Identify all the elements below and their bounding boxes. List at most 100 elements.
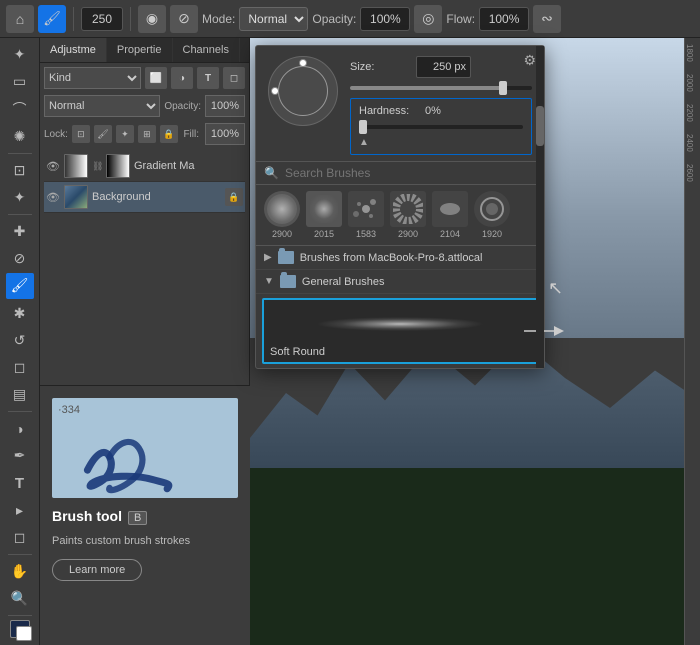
tooltip-title-row: Brush tool B [52,508,238,528]
brush-thumb-2[interactable]: 2015 [306,191,342,239]
layer-thumb-background [64,185,88,209]
tooltip-title: Brush tool [52,508,122,524]
dodge-tool-icon[interactable]: ◑ [6,416,34,441]
marquee-tool-icon[interactable]: ▭ [6,69,34,94]
layer-item-gradient[interactable]: 👁 ⛓ Gradient Ma [44,151,245,182]
layer-type-select[interactable]: Kind [44,67,141,89]
brush-thumb-1[interactable]: 2900 [264,191,300,239]
brush-picker-icon[interactable]: ◉ [138,5,166,33]
lock-move-btn[interactable]: ✦ [116,125,134,143]
brush-search-input[interactable] [285,166,536,180]
zoom-tool-icon[interactable]: 🔍 [6,586,34,611]
adjustments-tab[interactable]: Adjustme [40,38,107,62]
home-icon[interactable]: ⌂ [6,5,34,33]
clone-stamp-icon[interactable]: ✱ [6,301,34,326]
channels-tab[interactable]: Channels [173,38,240,62]
selected-brush-item[interactable]: Soft Round [262,298,538,364]
layer-filter-type-btn[interactable]: T [197,67,219,89]
tool-separator-4 [8,554,32,555]
lock-all-btn[interactable]: 🔒 [160,125,178,143]
layer-eye-background[interactable]: 👁 [46,190,60,204]
brush-thumb-5[interactable]: 2104 [432,191,468,239]
crop-tool-icon[interactable]: ⊡ [6,158,34,183]
brush-settings-gear-icon[interactable]: ⚙ [523,52,536,69]
brush-thumb-img-3 [348,191,384,227]
pen-tool-icon[interactable]: ✒ [6,443,34,468]
layer-thumb-gradient [64,154,88,178]
layer-eye-gradient[interactable]: 👁 [46,159,60,173]
background-color-icon[interactable] [16,626,32,641]
blend-mode-select[interactable]: Normal [44,95,160,117]
tool-separator-2 [8,214,32,215]
history-brush-icon[interactable]: ↺ [6,328,34,353]
type-tool-icon[interactable]: T [6,471,34,496]
brush-sliders: Size: 250 px Hardness: 0% [350,56,532,155]
folder-icon-general [280,275,296,288]
brush-hardness-handle-left[interactable] [271,87,279,95]
fill-value-input[interactable] [205,123,245,145]
shape-tool-icon[interactable]: ◻ [6,525,34,550]
pressure-opacity-icon[interactable]: ◎ [414,5,442,33]
move-tool-icon[interactable]: ✦ [6,42,34,67]
brush-panel-scrollbar[interactable] [536,46,544,368]
brush-size-input[interactable]: 250 [81,7,123,31]
airbrush-icon[interactable]: ∾ [533,5,561,33]
flow-input[interactable]: 100% [479,7,529,31]
folder-icon-macbook [278,251,294,264]
learn-more-button[interactable]: Learn more [52,559,142,581]
left-sidebar: ✦ ▭ ⌒ ✺ ⊡ ✦ ✚ ⊘ 🖌 ✱ ↺ ◻ ▤ ◑ ✒ T ▸ ◻ ✋ 🔍 [0,38,40,645]
path-select-icon[interactable]: ▸ [6,498,34,523]
group-arrow-macbook: ▶ [264,252,272,263]
properties-tab[interactable]: Propertie [107,38,173,62]
eyedropper-icon[interactable]: ✦ [6,185,34,210]
top-toolbar: ⌂ 🖌 250 ◉ ⊘ Mode: Normal Opacity: 100% ◎… [0,0,700,38]
tooltip-shortcut: B [128,511,147,525]
lock-artboard-btn[interactable]: ⊞ [138,125,156,143]
brush-thumb-img-1 [264,191,300,227]
opacity-value-input[interactable] [205,95,245,117]
brush-groups: ▶ Brushes from MacBook-Pro-8.attlocal ▼ … [256,245,544,294]
tool-separator-3 [8,411,32,412]
brush-thumb-6[interactable]: 1920 [474,191,510,239]
size-slider-track[interactable] [350,86,532,90]
lock-paint-btn[interactable]: 🖌 [94,125,112,143]
brush-scroll-thumb[interactable] [536,106,544,146]
size-label: Size: [350,61,410,73]
layer-filter-shape-btn[interactable]: ◻ [223,67,245,89]
brush-thumb-3[interactable]: 1583 [348,191,384,239]
heal-tool-icon[interactable]: ✚ [6,219,34,244]
brush-thumb-label-2: 2015 [314,229,334,239]
lasso-tool-icon[interactable]: ⌒ [6,96,34,121]
brush-group-macbook[interactable]: ▶ Brushes from MacBook-Pro-8.attlocal [256,246,544,270]
hardness-arrow-indicator: ▲ [359,137,523,148]
brush-thumb-4[interactable]: 2900 [390,191,426,239]
lock-row: Lock: ⊡ 🖌 ✦ ⊞ 🔒 Fill: [44,123,245,145]
opacity-input[interactable]: 100% [360,7,410,31]
paint-brush-icon[interactable]: 🖌 [6,273,34,298]
layer-filter-row: Kind ⬜ ◑ T ◻ [44,67,245,89]
quick-select-icon[interactable]: ✺ [6,124,34,149]
brush-icon[interactable]: ⊘ [6,246,34,271]
layer-filter-adjust-btn[interactable]: ◑ [171,67,193,89]
size-slider-thumb[interactable] [499,81,507,95]
hardness-slider-track[interactable] [359,125,523,129]
size-slider-fill [350,86,505,90]
brush-preview-circle[interactable] [268,56,338,126]
brush-toggle-icon[interactable]: ⊘ [170,5,198,33]
lock-transparent-btn[interactable]: ⊡ [72,125,90,143]
gradient-tool-icon[interactable]: ▤ [6,382,34,407]
opacity-label: Opacity: [312,12,356,26]
brush-size-handle-top[interactable] [299,59,307,67]
brush-thumb-label-5: 2104 [440,229,460,239]
brush-group-general[interactable]: ▼ General Brushes [256,270,544,294]
mode-select[interactable]: Normal [239,7,308,31]
hand-tool-icon[interactable]: ✋ [6,559,34,584]
layer-item-background[interactable]: 👁 Background 🔒 [44,182,245,213]
hardness-slider-thumb[interactable] [359,120,367,134]
brush-tool-icon[interactable]: 🖌 [38,5,66,33]
layer-filter-pixel-btn[interactable]: ⬜ [145,67,167,89]
eraser-icon[interactable]: ◻ [6,355,34,380]
group-arrow-general: ▼ [264,276,274,287]
layer-mask-gradient [106,154,130,178]
size-value-input[interactable]: 250 px [416,56,471,78]
